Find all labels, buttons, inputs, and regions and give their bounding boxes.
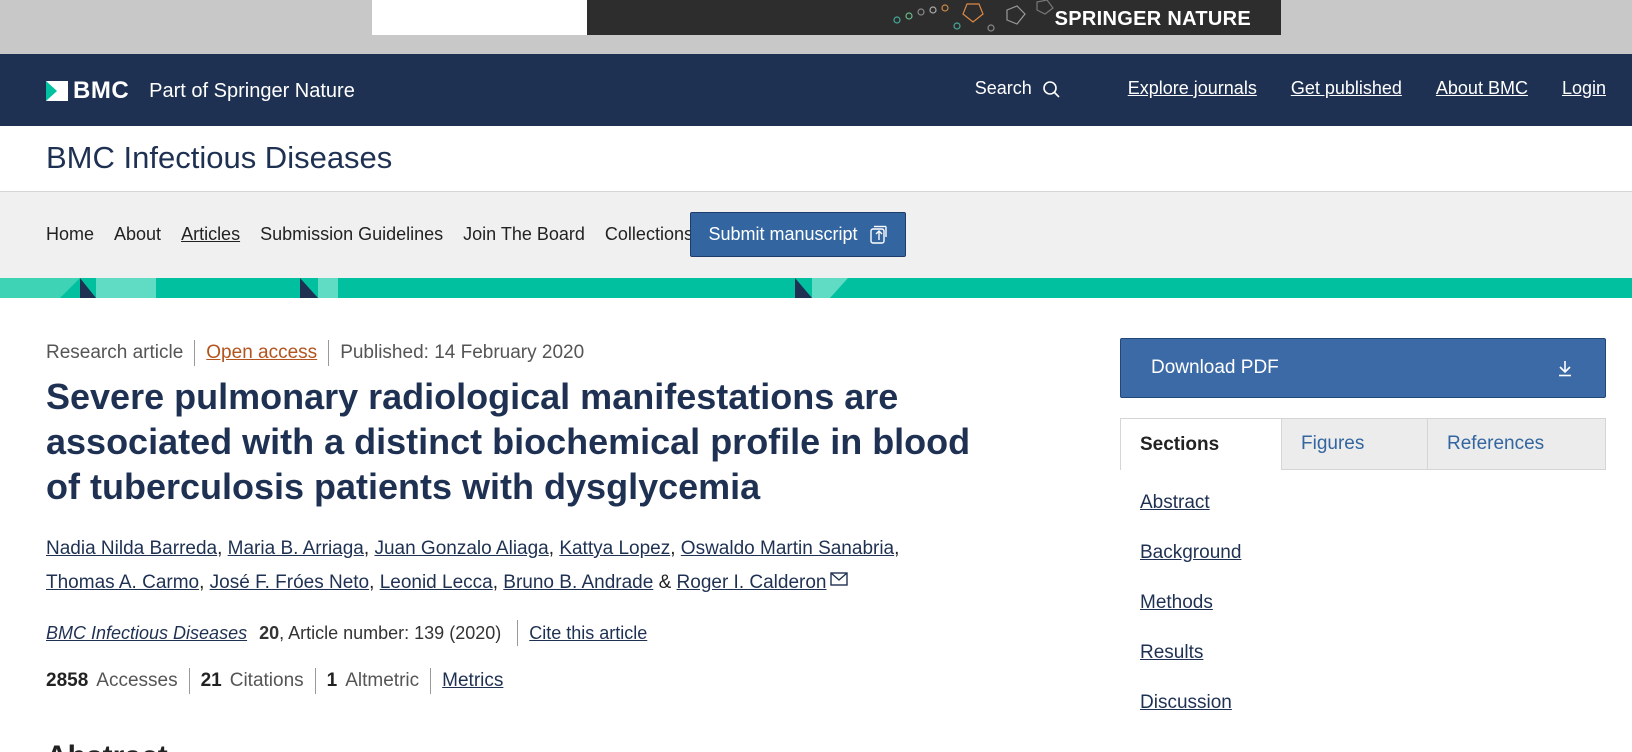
author-link[interactable]: Kattya Lopez: [559, 538, 670, 559]
author-link[interactable]: José F. Fróes Neto: [210, 572, 369, 593]
article-title: Severe pulmonary radiological manifestat…: [46, 376, 971, 507]
author-link[interactable]: Bruno B. Andrade: [503, 572, 653, 593]
tab-references[interactable]: References: [1428, 418, 1606, 470]
nav-collections[interactable]: Collections: [605, 224, 693, 245]
cite-article-link[interactable]: Cite this article: [529, 623, 647, 644]
metrics-link[interactable]: Metrics: [442, 670, 503, 692]
search-icon: [1042, 80, 1060, 98]
volume: 20: [259, 622, 280, 643]
tab-sections[interactable]: Sections: [1120, 418, 1282, 470]
journal-name-link[interactable]: BMC Infectious Diseases: [46, 623, 247, 644]
open-access-link[interactable]: Open access: [206, 342, 317, 364]
journal-nav-items: Home About Articles Submission Guideline…: [46, 224, 713, 245]
section-link-methods[interactable]: Methods: [1140, 592, 1241, 642]
author-link[interactable]: Roger I. Calderon: [677, 572, 827, 593]
site-header: BMC Part of Springer Nature Search Explo…: [0, 54, 1632, 126]
tab-figures[interactable]: Figures: [1282, 418, 1428, 470]
citations-label: Citations: [229, 670, 304, 691]
altmetric-count: 1: [326, 670, 338, 691]
submit-manuscript-button[interactable]: Submit manuscript: [690, 212, 906, 257]
citation-line: BMC Infectious Diseases 20 , Article num…: [46, 620, 647, 646]
section-link-discussion[interactable]: Discussion: [1140, 692, 1241, 742]
ad-banner[interactable]: SPRINGER NATURE: [587, 0, 1281, 35]
get-published-link[interactable]: Get published: [1291, 78, 1402, 99]
download-icon: [1559, 361, 1571, 377]
nav-articles[interactable]: Articles: [181, 224, 240, 245]
header-links: Search Explore journals Get published Ab…: [975, 78, 1606, 99]
published-date: Published: 14 February 2020: [340, 342, 585, 363]
author-link[interactable]: Juan Gonzalo Aliaga: [374, 538, 548, 559]
divider: [194, 340, 196, 366]
ad-left-panel: [372, 0, 587, 35]
author-link[interactable]: Thomas A. Carmo: [46, 572, 199, 593]
accesses-count: 2858: [46, 670, 89, 691]
decorative-band: [0, 278, 1632, 298]
band-pattern: [0, 278, 848, 298]
ad-brand-text: SPRINGER NATURE: [1054, 8, 1251, 30]
section-link-abstract[interactable]: Abstract: [1140, 492, 1241, 542]
search-label: Search: [974, 78, 1032, 98]
article-number: , Article number: 139 (2020): [279, 622, 502, 643]
article-meta: Research article Open access Published: …: [46, 340, 584, 366]
logo-text: BMC: [73, 77, 130, 104]
submit-manuscript-label: Submit manuscript: [708, 224, 858, 244]
nav-join-the-board[interactable]: Join The Board: [463, 224, 585, 245]
login-link[interactable]: Login: [1562, 78, 1606, 99]
advertisement-strip: SPRINGER NATURE: [0, 0, 1632, 54]
divider: [188, 668, 190, 694]
download-pdf-button[interactable]: Download PDF: [1120, 338, 1606, 398]
journal-title-bar: BMC Infectious Diseases: [0, 126, 1632, 192]
submit-upload-icon: [869, 225, 887, 244]
accesses-label: Accesses: [96, 670, 178, 691]
author-list: Nadia Nilda Barreda, Maria B. Arriaga, J…: [46, 538, 900, 593]
citations-count: 21: [200, 670, 222, 691]
journal-title[interactable]: BMC Infectious Diseases: [46, 140, 392, 176]
section-link-background[interactable]: Background: [1140, 542, 1241, 592]
author-link[interactable]: Maria B. Arriaga: [228, 538, 364, 559]
download-pdf-label: Download PDF: [1151, 357, 1279, 378]
divider: [314, 668, 316, 694]
article-type: Research article: [46, 342, 184, 363]
divider: [517, 620, 519, 646]
bmc-logo[interactable]: BMC Part of Springer Nature: [46, 77, 355, 105]
explore-journals-link[interactable]: Explore journals: [1128, 78, 1257, 99]
nav-submission-guidelines[interactable]: Submission Guidelines: [260, 224, 443, 245]
article-metrics: 2858 Accesses 21 Citations 1 Altmetric M…: [46, 668, 503, 694]
logo-subtitle: Part of Springer Nature: [149, 79, 355, 102]
altmetric-label: Altmetric: [345, 670, 420, 691]
section-link-results[interactable]: Results: [1140, 642, 1241, 692]
divider: [430, 668, 432, 694]
abstract-heading: Abstract: [46, 740, 168, 752]
nav-home[interactable]: Home: [46, 224, 94, 245]
journal-nav: Home About Articles Submission Guideline…: [0, 192, 1632, 278]
author-link[interactable]: Nadia Nilda Barreda: [46, 538, 217, 559]
divider: [328, 340, 330, 366]
about-bmc-link[interactable]: About BMC: [1436, 78, 1528, 99]
search-button[interactable]: Search: [975, 78, 1060, 99]
bmc-logo-icon: [46, 81, 68, 101]
author-link[interactable]: Oswaldo Martin Sanabria: [681, 538, 894, 559]
sections-list: Abstract Background Methods Results Disc…: [1140, 492, 1241, 742]
nav-about[interactable]: About: [114, 224, 161, 245]
sidebar-tabs: Sections Figures References: [1120, 418, 1606, 470]
author-link[interactable]: Leonid Lecca: [380, 572, 493, 593]
email-icon[interactable]: [829, 572, 848, 586]
